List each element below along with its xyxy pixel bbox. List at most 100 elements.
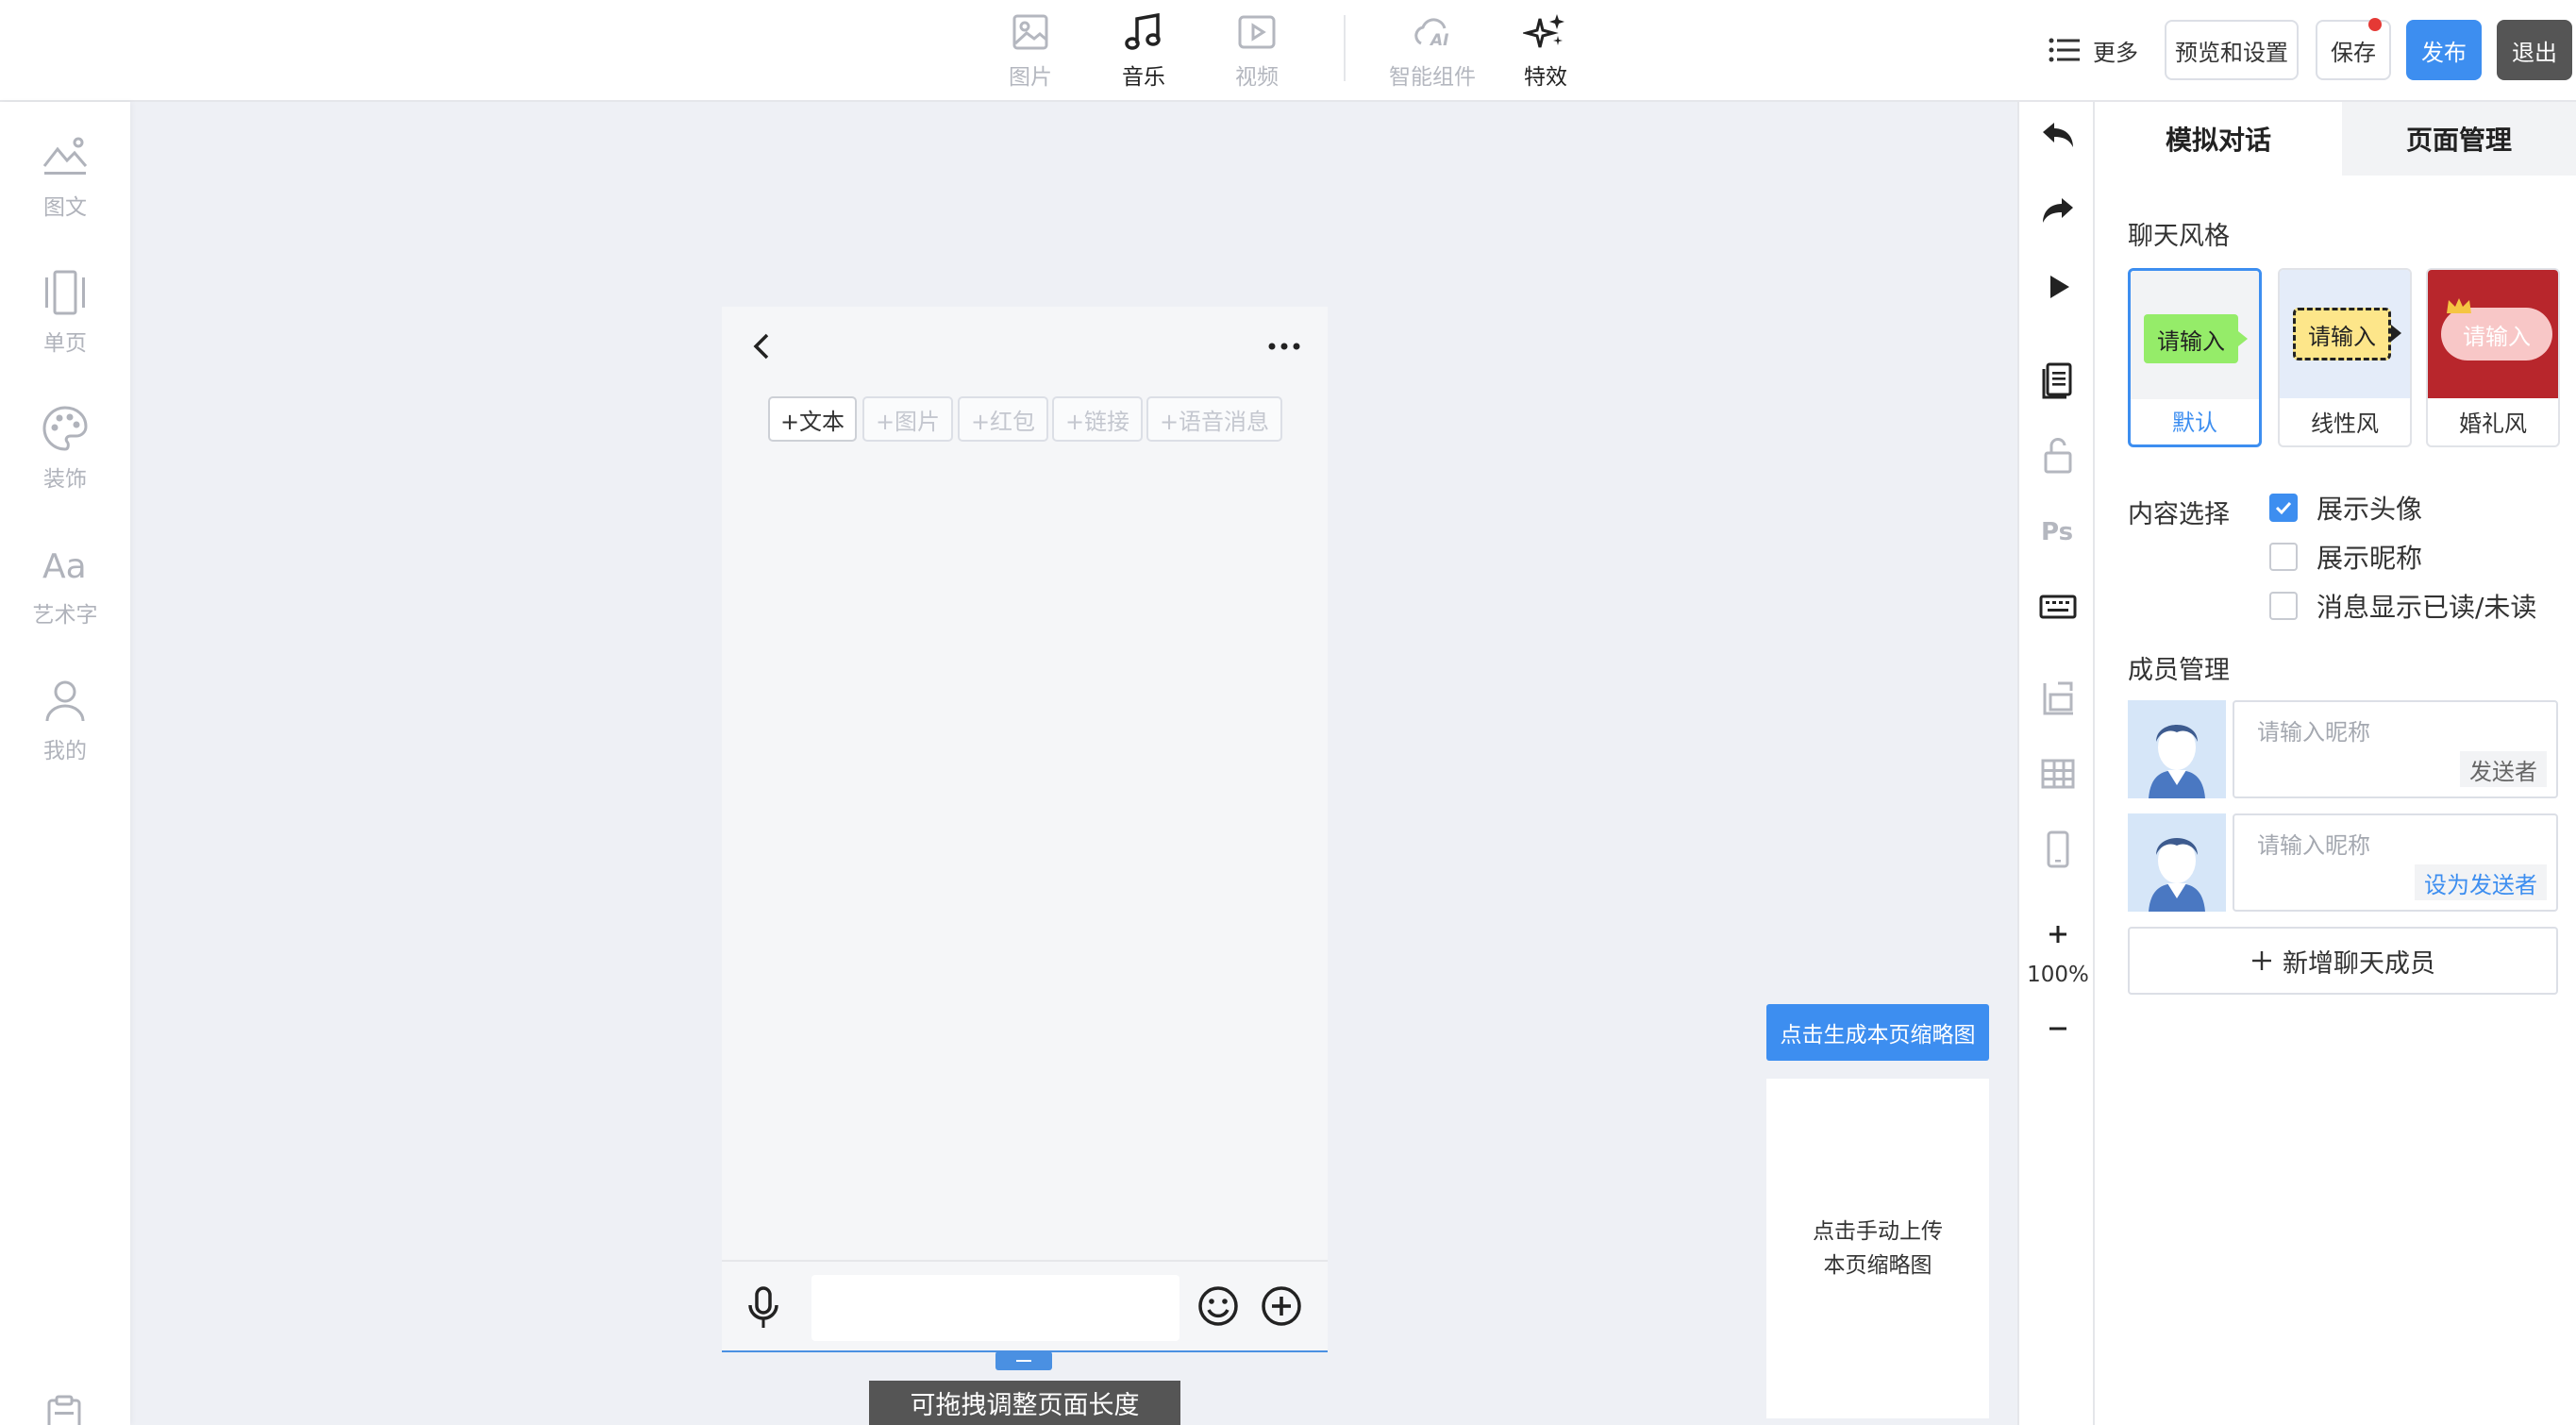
microphone-icon[interactable] (746, 1286, 780, 1330)
zoom-out-icon[interactable] (2037, 1008, 2079, 1049)
avatar-icon (2149, 725, 2205, 798)
more-dots-icon[interactable] (1267, 341, 1301, 352)
play-icon[interactable] (2037, 266, 2079, 308)
add-redpacket-chip[interactable]: +红包 (958, 396, 1048, 442)
style-name: 线性风 (2311, 410, 2379, 437)
exit-label: 退出 (2512, 39, 2557, 66)
sidebar-item-mine[interactable]: 我的 (0, 674, 130, 787)
emoji-icon[interactable] (1196, 1284, 1240, 1328)
option-show-nickname[interactable]: 展示昵称 (2269, 538, 2422, 576)
crop-icon[interactable] (2037, 678, 2079, 719)
option-label: 展示头像 (2317, 494, 2423, 525)
member-field: 发送者 (2233, 700, 2558, 798)
default-bubble: 请输入 (2144, 314, 2238, 363)
publish-label: 发布 (2421, 39, 2467, 66)
avatar[interactable] (2128, 813, 2226, 912)
set-sender-button[interactable]: 设为发送者 (2415, 864, 2547, 900)
more-menu-button[interactable]: 更多 (2048, 20, 2138, 80)
sidebar-item-art-text[interactable]: Aa 艺术字 (0, 538, 130, 651)
style-preview: 请输入 (2280, 270, 2410, 398)
vertical-tool-strip: Ps 100% (2017, 102, 2095, 1425)
drag-hint-label: 可拖拽调整页面长度 (869, 1381, 1180, 1425)
check-icon (2275, 501, 2292, 515)
tablet-icon[interactable] (2037, 829, 2079, 870)
checkbox[interactable] (2269, 543, 2298, 571)
redo-icon[interactable] (2037, 191, 2079, 232)
tab-page-management[interactable]: 页面管理 (2342, 102, 2576, 176)
tab-simulated-chat[interactable]: 模拟对话 (2095, 102, 2342, 176)
tool-video[interactable]: 视频 (1200, 9, 1313, 94)
wedding-bubble: 请输入 (2441, 308, 2552, 360)
svg-text:Aa: Aa (42, 547, 87, 586)
nickname-input[interactable] (2257, 830, 2540, 863)
checkbox[interactable] (2269, 592, 2298, 620)
clipboard-icon[interactable] (43, 1395, 85, 1425)
tool-effects[interactable]: 特效 (1489, 9, 1602, 94)
avatar[interactable] (2128, 700, 2226, 798)
avatar-icon (2149, 838, 2205, 912)
add-voice-chip[interactable]: +语音消息 (1146, 396, 1282, 442)
tool-label: 音乐 (1122, 65, 1165, 90)
option-read-status[interactable]: 消息显示已读/未读 (2269, 587, 2536, 625)
publish-button[interactable]: 发布 (2406, 20, 2482, 80)
style-name: 婚礼风 (2459, 410, 2527, 437)
single-page-icon (45, 270, 85, 315)
tool-ai[interactable]: AI 智能组件 (1376, 9, 1489, 94)
sidebar-item-picture-text[interactable]: 图文 (0, 130, 130, 243)
palette-icon (42, 406, 88, 451)
style-wedding[interactable]: 请输入 婚礼风 (2426, 268, 2560, 447)
add-link-chip[interactable]: +链接 (1052, 396, 1143, 442)
phone-canvas: +文本 +图片 +红包 +链接 +语音消息 (722, 307, 1328, 1352)
unlock-icon[interactable] (2037, 434, 2079, 476)
sidebar-item-decoration[interactable]: 装饰 (0, 402, 130, 515)
preview-settings-button[interactable]: 预览和设置 (2165, 20, 2299, 80)
style-default[interactable]: 请输入 默认 (2128, 268, 2262, 447)
keyboard-icon[interactable] (2037, 585, 2079, 627)
chat-style-title: 聊天风格 (2128, 222, 2230, 251)
ps-icon[interactable]: Ps (2037, 510, 2079, 551)
exit-button[interactable]: 退出 (2497, 20, 2572, 80)
option-show-avatar[interactable]: 展示头像 (2269, 489, 2422, 527)
checkbox-checked[interactable] (2269, 494, 2298, 522)
ai-icon: AI (1414, 18, 1448, 50)
svg-text:AI: AI (1429, 31, 1448, 50)
sparkle-icon (1523, 14, 1564, 48)
upload-thumbnail-area[interactable]: 点击手动上传 本页缩略图 (1766, 1079, 1989, 1418)
sidebar-item-single-page[interactable]: 单页 (0, 266, 130, 379)
svg-text:Ps: Ps (2041, 518, 2073, 546)
grid-icon[interactable] (2037, 753, 2079, 795)
top-toolbar: 图片 音乐 视频 AI 智能组件 特效 更多 预览和设置 保存 发布 退出 (0, 0, 2576, 102)
upload-label-1: 点击手动上传 (1813, 1219, 1943, 1244)
save-button[interactable]: 保存 (2316, 18, 2391, 80)
phone-input-bar (722, 1260, 1328, 1350)
style-linear[interactable]: 请输入 线性风 (2278, 268, 2412, 447)
member-management-title: 成员管理 (2128, 656, 2230, 685)
undo-icon[interactable] (2037, 115, 2079, 157)
sidebar-label: 单页 (43, 331, 87, 356)
tool-music[interactable]: 音乐 (1087, 9, 1200, 94)
sidebar-label: 艺术字 (32, 603, 98, 628)
phone-navbar (722, 307, 1328, 382)
add-member-button[interactable]: 新增聊天成员 (2128, 927, 2558, 995)
tool-image[interactable]: 图片 (974, 9, 1087, 94)
sender-badge: 发送者 (2460, 751, 2547, 787)
generate-thumbnail-button[interactable]: 点击生成本页缩略图 (1766, 1004, 1989, 1061)
style-name: 默认 (2172, 409, 2217, 436)
nickname-input[interactable] (2257, 717, 2540, 749)
layers-icon[interactable] (2037, 359, 2079, 400)
add-image-chip[interactable]: +图片 (862, 396, 953, 442)
zoom-in-icon[interactable] (2037, 914, 2079, 955)
notify-dot (2368, 18, 2382, 31)
option-label: 消息显示已读/未读 (2317, 592, 2537, 623)
user-icon (45, 680, 85, 722)
add-text-chip[interactable]: +文本 (768, 396, 857, 442)
crown-icon (2447, 298, 2471, 313)
music-icon (1125, 12, 1161, 50)
back-chevron-icon[interactable] (750, 331, 773, 361)
plus-circle-icon[interactable] (1260, 1284, 1303, 1328)
tool-label: 图片 (1009, 65, 1052, 90)
message-input[interactable] (811, 1275, 1179, 1341)
resize-handle[interactable] (995, 1351, 1052, 1370)
member-field: 设为发送者 (2233, 813, 2558, 912)
style-preview: 请输入 (2131, 271, 2259, 399)
